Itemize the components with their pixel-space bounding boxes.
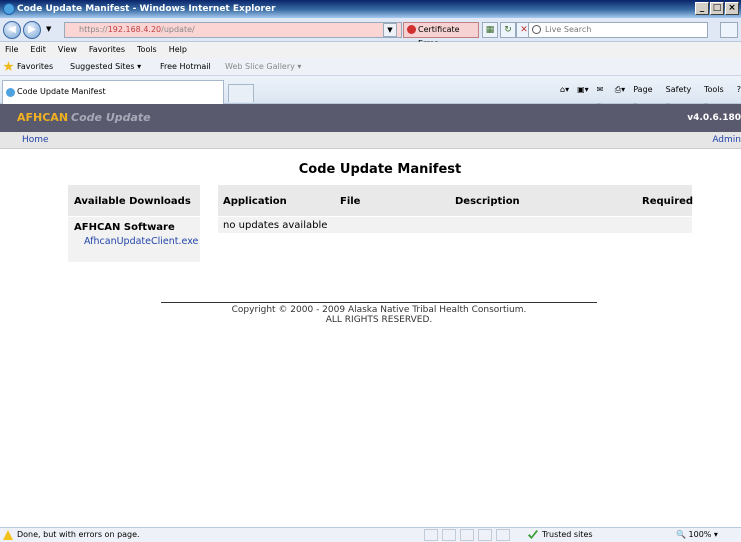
certificate-error-button[interactable]: Certificate Error <box>403 22 479 48</box>
trusted-check-icon <box>528 530 538 539</box>
history-dropdown-icon[interactable]: ▼ <box>46 25 51 33</box>
window-title: Code Update Manifest - Windows Internet … <box>17 4 276 14</box>
rights-line: ALL RIGHTS RESERVED. <box>325 315 433 325</box>
status-cell <box>424 529 438 541</box>
status-cell <box>460 529 474 541</box>
home-link[interactable]: Home <box>22 132 49 149</box>
download-file-link[interactable]: AfhcanUpdateClient.exe <box>84 236 198 247</box>
close-window-button[interactable]: × <box>725 2 739 15</box>
forward-button[interactable]: ▶ <box>23 21 41 39</box>
menu-edit[interactable]: Edit <box>30 42 46 58</box>
menu-file[interactable]: File <box>5 42 18 58</box>
menu-favorites[interactable]: Favorites <box>89 42 125 58</box>
favorites-star-icon <box>3 61 14 72</box>
table-row: no updates available <box>218 216 692 233</box>
column-description: Description <box>455 196 520 207</box>
menu-bar: File Edit View Favorites Tools Help <box>0 42 741 58</box>
manifest-table: Application File Description Required no… <box>218 185 694 233</box>
page-icon <box>6 88 15 97</box>
brand-subtitle: Code Update <box>71 111 151 124</box>
search-go-button[interactable] <box>720 22 738 38</box>
status-cell <box>496 529 510 541</box>
menu-tools[interactable]: Tools <box>137 42 157 58</box>
app-header: AFHCAN Code Update v4.0.6.180 <box>0 104 741 132</box>
favorite-free-hotmail[interactable]: Free Hotmail <box>160 58 211 76</box>
shield-error-icon <box>407 25 416 34</box>
status-cell <box>478 529 492 541</box>
window-controls: _ □ × <box>695 2 739 15</box>
favorites-bar: Favorites Suggested Sites ▾ Free Hotmail… <box>0 58 741 76</box>
refresh-button[interactable]: ↻ <box>500 22 516 38</box>
tab-row: Code Update Manifest ⌂▾ ▣▾ ✉▾ ⎙▾ Page ▾ … <box>0 76 741 110</box>
new-tab-button[interactable] <box>228 84 254 102</box>
app-brand: AFHCAN Code Update <box>17 104 151 132</box>
copyright-line: Copyright © 2000 - 2009 Alaska Native Tr… <box>231 305 527 315</box>
table-header: Application File Description Required <box>218 185 694 216</box>
back-button[interactable]: ◀ <box>3 21 21 39</box>
column-required: Required <box>642 196 694 207</box>
url-dropdown-button[interactable]: ▼ <box>383 23 397 37</box>
footer-divider <box>161 302 597 303</box>
search-icon <box>532 25 541 34</box>
status-bar: Done, but with errors on page. Trusted s… <box>0 527 741 542</box>
maximize-button[interactable]: □ <box>710 2 724 15</box>
empty-message: no updates available <box>223 220 328 231</box>
ie-logo-icon <box>3 3 15 15</box>
warning-icon[interactable] <box>3 530 13 540</box>
favorites-button[interactable]: Favorites <box>17 58 53 76</box>
zone-label: Trusted sites <box>542 530 593 539</box>
security-zone[interactable]: Trusted sites <box>528 528 593 542</box>
downloads-panel: Available Downloads AFHCAN Software Afhc… <box>68 185 200 262</box>
column-application: Application <box>223 196 287 207</box>
compatibility-view-button[interactable]: ▦ <box>482 22 498 38</box>
page-nav: Home Admin <box>0 132 741 149</box>
admin-link[interactable]: Admin <box>712 132 741 149</box>
app-version: v4.0.6.180 <box>687 113 741 123</box>
downloads-header: Available Downloads <box>74 196 191 207</box>
tab-code-update-manifest[interactable]: Code Update Manifest <box>2 80 224 104</box>
menu-help[interactable]: Help <box>169 42 187 58</box>
page-title: Code Update Manifest <box>298 162 462 177</box>
address-bar: ◀ ▶ ▼ https://192.168.4.20/update/ ▼ Cer… <box>0 18 741 48</box>
menu-view[interactable]: View <box>58 42 77 58</box>
url-input[interactable]: https://192.168.4.20/update/ <box>64 22 402 38</box>
downloads-section: AFHCAN Software AfhcanUpdateClient.exe <box>68 216 200 262</box>
minimize-button[interactable]: _ <box>695 2 709 15</box>
zoom-level[interactable]: 🔍 100% ▾ <box>676 528 718 542</box>
brand-name: AFHCAN <box>17 111 69 124</box>
search-input[interactable]: Live Search <box>528 22 708 38</box>
window-title-bar: Code Update Manifest - Windows Internet … <box>0 0 741 18</box>
status-text: Done, but with errors on page. <box>17 530 140 539</box>
favorite-web-slice-gallery[interactable]: Web Slice Gallery ▾ <box>225 58 301 76</box>
status-cell <box>442 529 456 541</box>
column-file: File <box>340 196 361 207</box>
downloads-section-title: AFHCAN Software <box>74 222 175 233</box>
footer: Copyright © 2000 - 2009 Alaska Native Tr… <box>161 305 597 325</box>
favorite-suggested-sites[interactable]: Suggested Sites ▾ <box>70 58 141 76</box>
